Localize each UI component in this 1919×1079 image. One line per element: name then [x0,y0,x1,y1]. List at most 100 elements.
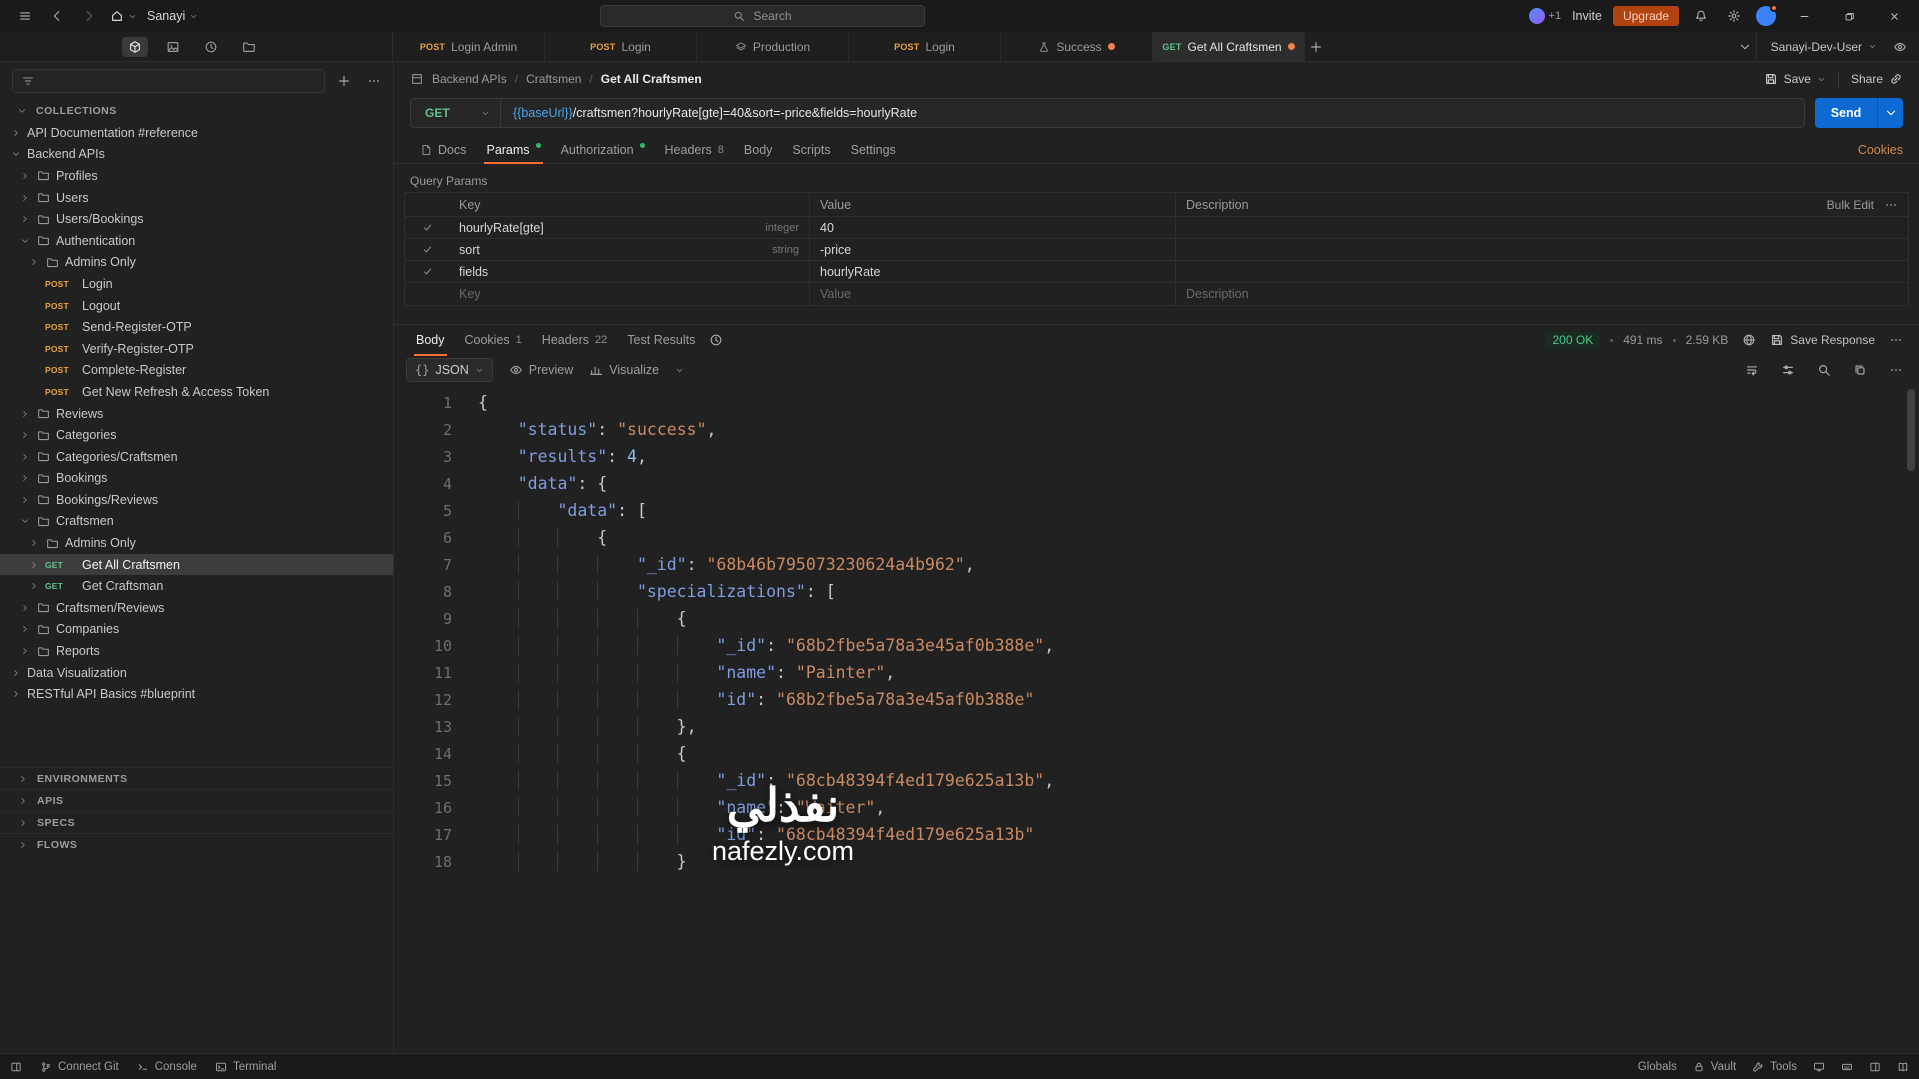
chevron-right-icon[interactable] [19,430,31,440]
environment-selector[interactable]: Sanayi-Dev-User [1755,32,1889,61]
statusbar-console[interactable]: Console [137,1061,197,1073]
statusbar-connect-git[interactable]: Connect Git [40,1061,119,1073]
tab-login-admin[interactable]: POST Login Admin [393,32,545,61]
chevron-right-icon[interactable] [19,646,31,656]
url-input[interactable]: {{baseUrl}} /craftsmen?hourlyRate[gte]=4… [500,98,1805,128]
sidebar-section-flows[interactable]: FLOWS [0,833,393,855]
breadcrumb-collection[interactable]: Backend APIs [432,72,507,86]
param-enabled-checkbox[interactable] [422,244,433,255]
window-close-button[interactable] [1877,3,1911,29]
query-param-row[interactable]: fields hourlyRate [405,261,1908,283]
app-menu-icon[interactable] [14,5,36,27]
tree-item-categories[interactable]: Categories [0,424,393,446]
chevron-down-icon[interactable] [10,149,22,159]
invite-button[interactable]: Invite [1572,9,1602,23]
chevron-right-icon[interactable] [19,193,31,203]
chevron-right-icon[interactable] [19,171,31,181]
wrap-text-icon[interactable] [1741,359,1763,381]
param-value[interactable]: -price [809,239,1175,260]
param-value[interactable]: hourlyRate [809,261,1175,282]
tree-item-backend-apis[interactable]: Backend APIs [0,144,393,166]
chevron-down-icon[interactable] [19,516,31,526]
breadcrumb-request[interactable]: Get All Craftsmen [601,72,702,86]
media-pane-icon[interactable] [160,37,186,57]
param-enabled-checkbox[interactable] [422,266,433,277]
chevron-right-icon[interactable] [19,624,31,634]
new-tab-button[interactable] [1305,36,1327,58]
tree-item-get-all-craftsmen[interactable]: GET Get All Craftsmen [0,553,393,576]
response-tab-cookies[interactable]: Cookies 1 [455,325,532,355]
body-more-icon[interactable] [1885,359,1907,381]
global-search[interactable]: Search [600,5,925,27]
visualize-options-icon[interactable] [675,366,684,375]
query-param-row[interactable]: hourlyRate[gte] integer 40 [405,217,1908,239]
tree-item-login[interactable]: POST Login [0,273,393,295]
param-description[interactable] [1175,239,1796,260]
param-enabled-checkbox[interactable] [422,222,433,233]
home-button[interactable] [110,9,137,23]
tree-item-admins-only[interactable]: Admins Only [0,532,393,554]
tree-item-companies[interactable]: Companies [0,619,393,641]
sidebar-section-environments[interactable]: ENVIRONMENTS [0,767,393,789]
tree-item-bookings[interactable]: Bookings [0,468,393,490]
tree-item-restful-api-basics-blueprint[interactable]: RESTful API Basics #blueprint [0,683,393,705]
sidebar-add-button[interactable] [333,70,355,92]
window-restore-button[interactable] [1832,3,1866,29]
send-button[interactable]: Send [1815,98,1903,128]
param-value-placeholder[interactable]: Value [809,283,1175,305]
request-tab-settings[interactable]: Settings [841,136,906,163]
network-info-icon[interactable] [1738,329,1760,351]
chevron-right-icon[interactable] [10,128,22,138]
environment-quick-look-icon[interactable] [1889,36,1911,58]
response-history-icon[interactable] [705,329,727,351]
files-pane-icon[interactable] [236,37,262,57]
chevron-right-icon[interactable] [28,560,40,570]
tree-item-bookings-reviews[interactable]: Bookings/Reviews [0,489,393,511]
send-label[interactable]: Send [1815,98,1877,128]
tree-item-data-visualization[interactable]: Data Visualization [0,662,393,684]
format-options-icon[interactable] [1777,359,1799,381]
statusbar-terminal[interactable]: Terminal [215,1061,276,1073]
param-description-placeholder[interactable]: Description [1175,283,1796,305]
sidebar-section-specs[interactable]: SPECS [0,811,393,833]
statusbar-globals[interactable]: Globals [1638,1061,1677,1073]
statusbar-layout[interactable] [10,1061,22,1073]
tree-item-profiles[interactable]: Profiles [0,165,393,187]
tree-item-api-documentation-reference[interactable]: API Documentation #reference [0,122,393,144]
breadcrumb-folder[interactable]: Craftsmen [526,72,581,86]
tree-item-reviews[interactable]: Reviews [0,403,393,425]
scrollbar[interactable] [1907,389,1917,1049]
tab-login[interactable]: POST Login [849,32,1001,61]
statusbar-book-icon[interactable] [1897,1061,1909,1073]
query-param-row[interactable]: sort string -price [405,239,1908,261]
param-key[interactable]: fields [459,265,488,279]
save-response-button[interactable]: Save Response [1770,333,1875,347]
chevron-right-icon[interactable] [28,538,40,548]
request-tab-authorization[interactable]: Authorization [551,136,655,163]
search-body-icon[interactable] [1813,359,1835,381]
tab-login[interactable]: POST Login [545,32,697,61]
save-button[interactable]: Save [1764,72,1826,86]
sidebar-more-icon[interactable] [363,70,385,92]
chevron-right-icon[interactable] [10,668,22,678]
statusbar-keyboard-icon[interactable] [1841,1061,1853,1073]
chevron-right-icon[interactable] [19,409,31,419]
request-tab-body[interactable]: Body [734,136,783,163]
tree-item-craftsmen[interactable]: Craftsmen [0,511,393,533]
tree-item-craftsmen-reviews[interactable]: Craftsmen/Reviews [0,597,393,619]
tab-get-all-craftsmen[interactable]: GET Get All Craftsmen [1153,32,1305,61]
tree-item-verify-register-otp[interactable]: POST Verify-Register-OTP [0,338,393,360]
statusbar-tools[interactable]: Tools [1752,1061,1797,1073]
share-button[interactable]: Share [1851,72,1903,86]
collections-pane-icon[interactable] [122,36,148,57]
settings-icon[interactable] [1723,5,1745,27]
statusbar-display-icon[interactable] [1813,1061,1825,1073]
chevron-right-icon[interactable] [19,452,31,462]
tree-item-users[interactable]: Users [0,187,393,209]
tab-options-icon[interactable] [1734,36,1756,58]
forward-icon[interactable] [78,5,100,27]
tree-item-users-bookings[interactable]: Users/Bookings [0,208,393,230]
user-avatar[interactable] [1756,4,1778,26]
response-time[interactable]: 491 ms [1623,333,1662,347]
response-tab-body[interactable]: Body [406,325,455,356]
